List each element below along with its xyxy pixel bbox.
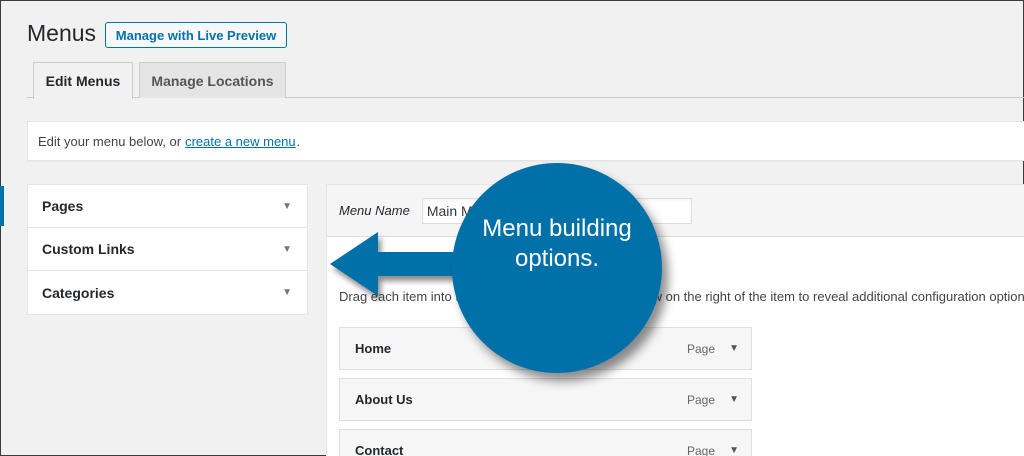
- menu-item-type: Page: [686, 392, 715, 407]
- notice-suffix: .: [296, 133, 301, 149]
- menu-name-label: Menu Name: [339, 203, 410, 218]
- menu-item-type: Page: [686, 341, 715, 356]
- accordion-categories[interactable]: Categories ▼: [28, 271, 307, 314]
- expand-arrow-icon[interactable]: ▼: [729, 445, 739, 456]
- accordion-custom-links[interactable]: Custom Links ▼: [28, 228, 307, 271]
- annotation-text: Menu building options.: [482, 215, 632, 272]
- tab-manage-locations[interactable]: Manage Locations: [139, 62, 286, 98]
- accordion-label: Custom Links: [42, 241, 135, 257]
- menu-item-title: Contact: [355, 443, 404, 456]
- manage-live-preview-button[interactable]: Manage with Live Preview: [105, 22, 287, 48]
- expand-arrow-icon[interactable]: ▼: [729, 394, 739, 405]
- menu-item-type: Page: [686, 443, 715, 456]
- create-new-menu-link[interactable]: create a new menu: [185, 134, 296, 149]
- page-title: Menus: [27, 20, 97, 46]
- menu-options-accordion: Pages ▼ Custom Links ▼ Categories ▼: [27, 184, 308, 315]
- menu-item-title: Home: [355, 341, 392, 356]
- menu-item-about-us[interactable]: About Us Page ▼: [339, 378, 752, 421]
- annotation-bubble: Menu building options.: [452, 163, 662, 373]
- left-edge-marker: [0, 186, 4, 226]
- caret-down-icon: ▼: [282, 200, 292, 212]
- menu-item-contact[interactable]: Contact Page ▼: [339, 429, 752, 456]
- edit-menu-notice: Edit your menu below, or create a new me…: [27, 121, 1024, 161]
- caret-down-icon: ▼: [282, 243, 292, 255]
- accordion-label: Categories: [42, 284, 115, 301]
- caret-down-icon: ▼: [282, 287, 292, 298]
- tab-edit-menus[interactable]: Edit Menus: [33, 62, 133, 99]
- menu-item-title: About Us: [355, 392, 413, 407]
- accordion-label: Pages: [42, 198, 84, 214]
- accordion-pages[interactable]: Pages ▼: [28, 185, 307, 228]
- expand-arrow-icon[interactable]: ▼: [729, 343, 739, 354]
- notice-text: Edit your menu below, or: [38, 133, 182, 149]
- menu-structure-panel: Menu Name Drag each item into the order …: [326, 184, 1024, 456]
